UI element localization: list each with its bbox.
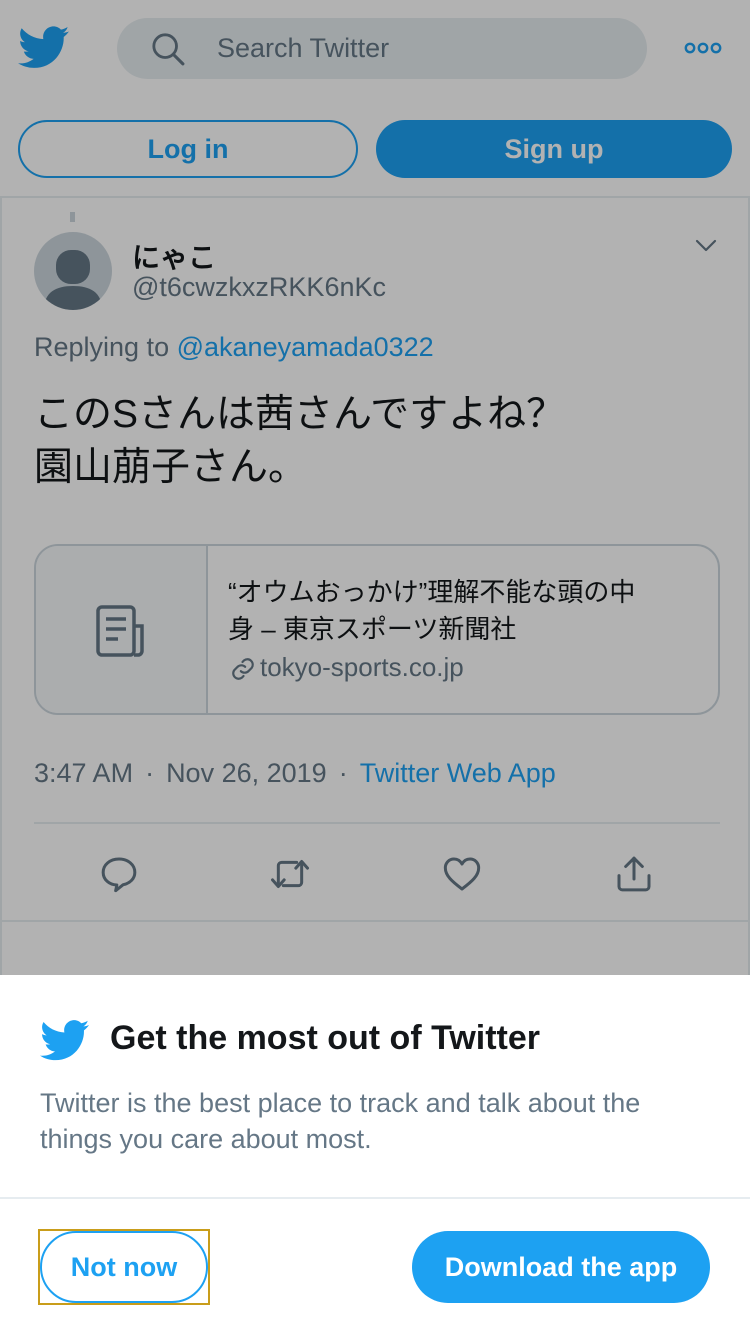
modal-backdrop[interactable] bbox=[0, 0, 750, 975]
sheet-title: Get the most out of Twitter bbox=[110, 1019, 541, 1057]
app-promo-sheet: Get the most out of Twitter Twitter is t… bbox=[0, 975, 750, 1334]
twitter-bird-icon bbox=[40, 1020, 90, 1061]
not-now-button[interactable]: Not now bbox=[40, 1231, 208, 1303]
sheet-body: Twitter is the best place to track and t… bbox=[40, 1088, 641, 1154]
download-app-button[interactable]: Download the app bbox=[412, 1231, 710, 1303]
sheet-divider bbox=[0, 1197, 750, 1199]
